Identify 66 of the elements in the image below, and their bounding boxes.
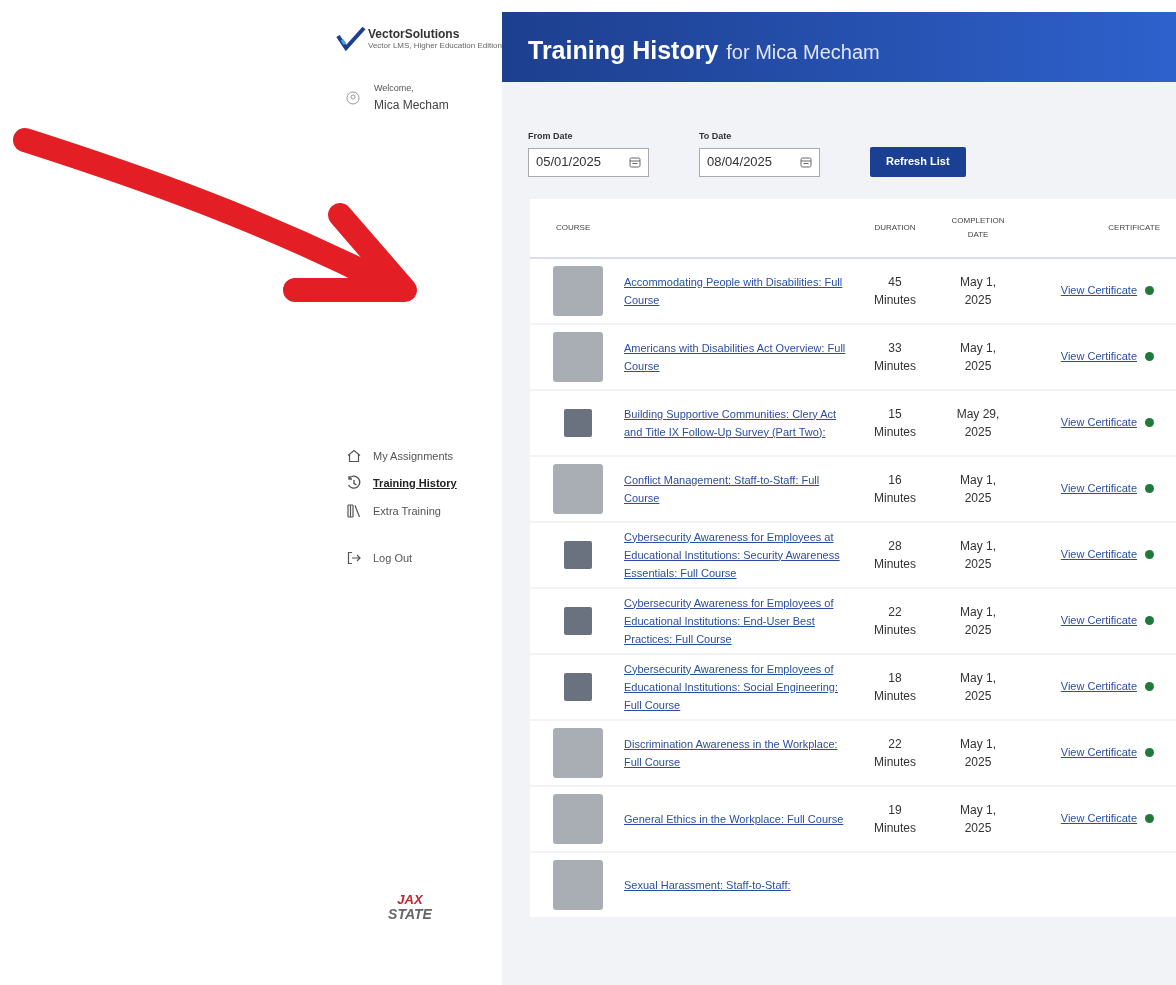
course-link[interactable]: Americans with Disabilities Act Overview: Full Course xyxy=(624,338,848,375)
view-certificate-link[interactable]: View Certificate xyxy=(1060,480,1137,497)
nav-link[interactable]: Extra Training xyxy=(346,502,502,519)
school-logo-bottom: STATE xyxy=(388,906,432,921)
books-icon xyxy=(346,502,362,519)
date-field[interactable]: 08/04/2025 xyxy=(699,147,820,177)
duration-text: 28 Minutes xyxy=(873,537,917,573)
completion-date: May 1, 2025 xyxy=(959,339,997,375)
user-name: Mica Mecham xyxy=(374,96,449,114)
duration-text: 16 Minutes xyxy=(873,471,917,507)
course-link[interactable]: Building Supportive Communities: Clery Act and Title IX Follow-Up Survey (Part Two): xyxy=(624,404,848,441)
course-link[interactable]: General Ethics in the Workplace: Full Course xyxy=(624,809,848,828)
page-subtitle: for Mica Mecham xyxy=(726,40,880,65)
completion-date: May 1, 2025 xyxy=(959,801,997,837)
view-certificate-link[interactable]: View Certificate xyxy=(1060,612,1137,629)
duration-text: 18 Minutes xyxy=(873,669,917,705)
course-link[interactable]: Cybersecurity Awareness for Employees of Educational Institutions: End-User Best Practices: Full Course xyxy=(624,593,848,648)
duration-text: 15 Minutes xyxy=(873,405,917,441)
completion-date: May 1, 2025 xyxy=(959,735,997,771)
home-icon xyxy=(346,447,362,464)
column-header: COURSE xyxy=(555,221,592,234)
completion-date: May 29, 2025 xyxy=(955,405,1001,441)
history-icon xyxy=(346,475,362,492)
course-link[interactable]: Discrimination Awareness in the Workplace: Full Course xyxy=(624,734,848,771)
course-link[interactable]: Accommodating People with Disabilities: Full Course xyxy=(624,272,848,309)
logo-name: VectorSolutions xyxy=(368,28,461,41)
refresh-list-button[interactable]: Refresh List xyxy=(870,146,966,177)
completion-date: May 1, 2025 xyxy=(959,273,997,309)
user-avatar-icon xyxy=(346,90,360,105)
view-certificate-link[interactable]: View Certificate xyxy=(1060,810,1137,827)
completion-date: May 1, 2025 xyxy=(959,537,997,573)
duration-text: 22 Minutes xyxy=(873,603,917,639)
column-header: DURATION xyxy=(873,221,917,234)
view-certificate-link[interactable]: View Certificate xyxy=(1060,546,1137,563)
logo-checkmark-icon xyxy=(336,26,366,52)
view-certificate-link[interactable]: View Certificate xyxy=(1060,414,1137,431)
page-title: Training History xyxy=(528,35,719,66)
course-link[interactable]: Sexual Harassment: Staff-to-Staff: xyxy=(624,875,848,894)
duration-text: 22 Minutes xyxy=(873,735,917,771)
view-certificate-link[interactable]: View Certificate xyxy=(1060,348,1137,365)
completion-date: May 1, 2025 xyxy=(959,471,997,507)
date-label: From Date xyxy=(528,130,574,143)
course-link[interactable]: Cybersecurity Awareness for Employees of Educational Institutions: Social Engineering: Full Course xyxy=(624,659,848,714)
completion-date: May 1, 2025 xyxy=(959,669,997,705)
nav-link[interactable]: Training History xyxy=(346,475,502,492)
logout-icon xyxy=(346,550,362,567)
column-header: COMPLETION DATE xyxy=(950,214,1006,241)
nav-link[interactable]: My Assignments xyxy=(346,447,502,464)
duration-text: 33 Minutes xyxy=(873,339,917,375)
column-header: CERTIFICATE xyxy=(1107,221,1160,234)
view-certificate-link[interactable]: View Certificate xyxy=(1060,744,1137,761)
duration-text: 19 Minutes xyxy=(873,801,917,837)
view-certificate-link[interactable]: View Certificate xyxy=(1060,678,1137,695)
welcome-text: Welcome, xyxy=(374,82,415,95)
duration-text: 45 Minutes xyxy=(873,273,917,309)
calendar-icon xyxy=(800,156,812,168)
course-link[interactable]: Cybersecurity Awareness for Employees at Educational Institutions: Security Awareness Essentials: Full Course xyxy=(624,527,848,582)
date-label: To Date xyxy=(699,130,733,143)
calendar-icon xyxy=(629,156,641,168)
course-link[interactable]: Conflict Management: Staff-to-Staff: Full Course xyxy=(624,470,848,507)
completion-date: May 1, 2025 xyxy=(959,603,997,639)
date-field[interactable]: 05/01/2025 xyxy=(528,147,649,177)
logout-link[interactable]: Log Out xyxy=(346,550,502,567)
view-certificate-link[interactable]: View Certificate xyxy=(1060,282,1137,299)
logo-tagline: Vector LMS, Higher Education Edition xyxy=(368,41,502,50)
school-logo-top: JAX xyxy=(397,892,423,907)
